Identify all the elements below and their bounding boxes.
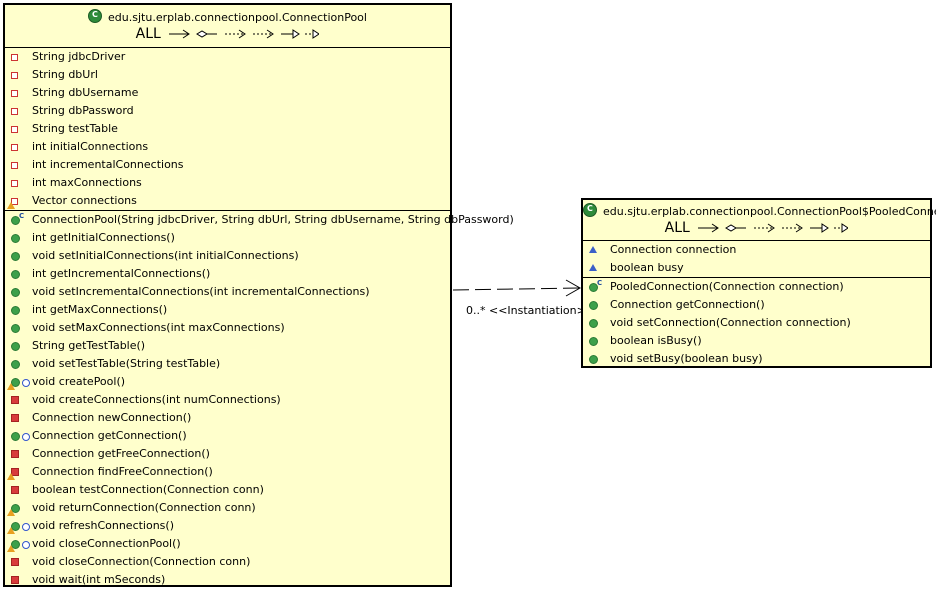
method-row[interactable]: Connection getConnection(): [583, 296, 930, 314]
private-method-icon: [11, 396, 19, 404]
field-row[interactable]: int initialConnections: [5, 138, 450, 156]
warning-icon: [7, 473, 15, 480]
public-method-icon: [11, 432, 20, 441]
field-row[interactable]: int maxConnections: [5, 174, 450, 192]
public-method-icon: [589, 355, 598, 364]
method-row[interactable]: Connection getFreeConnection(): [5, 445, 450, 463]
method-row[interactable]: void setTestTable(String testTable): [5, 355, 450, 373]
method-row[interactable]: C ConnectionPool(String jdbcDriver, Strin…: [5, 211, 514, 229]
public-method-icon: [11, 324, 20, 333]
class-title: edu.sjtu.erplab.connectionpool.Connectio…: [583, 203, 936, 218]
method-row[interactable]: Connection findFreeConnection(): [5, 463, 450, 481]
synchronized-icon: [22, 433, 30, 441]
private-method-icon: [11, 576, 19, 584]
field-row[interactable]: String dbUrl: [5, 66, 450, 84]
method-row[interactable]: void createPool(): [5, 373, 450, 391]
method-row[interactable]: Connection newConnection(): [5, 409, 450, 427]
filter-label: ALL: [664, 220, 690, 236]
method-row[interactable]: C PooledConnection(Connection connection): [583, 278, 930, 296]
public-method-icon: [11, 252, 20, 261]
field-row[interactable]: String dbUsername: [5, 84, 450, 102]
public-method-icon: [11, 360, 20, 369]
field-row[interactable]: boolean busy: [583, 259, 930, 277]
filter-label: ALL: [135, 26, 161, 42]
field-row[interactable]: String jdbcDriver: [5, 48, 450, 66]
class-pooled-connection[interactable]: edu.sjtu.erplab.connectionpool.Connectio…: [581, 198, 936, 368]
method-row[interactable]: void setIncrementalConnections(int incre…: [5, 283, 450, 301]
method-row[interactable]: void closeConnectionPool(): [5, 535, 450, 553]
visibility-filter[interactable]: ALL: [583, 220, 930, 236]
class-icon: [88, 9, 103, 23]
warning-icon: [7, 383, 15, 390]
constructor-icon: C: [597, 279, 603, 287]
method-row[interactable]: void setMaxConnections(int maxConnection…: [5, 319, 450, 337]
warning-icon: [7, 527, 15, 534]
field-row[interactable]: String testTable: [5, 120, 450, 138]
synchronized-icon: [22, 523, 30, 531]
private-method-icon: [11, 450, 19, 458]
public-method-icon: [589, 319, 598, 328]
relation-arrows-icon: [698, 223, 850, 233]
class-icon: [583, 203, 597, 217]
public-method-icon: [589, 301, 598, 310]
method-row[interactable]: boolean testConnection(Connection conn): [5, 481, 450, 499]
method-row[interactable]: int getIncrementalConnections(): [5, 265, 450, 283]
method-row[interactable]: void refreshConnections(): [5, 517, 450, 535]
association-label: 0..* <<Instantiation>>: [466, 304, 596, 317]
private-method-icon: [11, 486, 19, 494]
package-field-icon: [589, 246, 597, 253]
private-field-icon: [11, 144, 18, 151]
class-connection-pool[interactable]: edu.sjtu.erplab.connectionpool.Connectio…: [3, 3, 514, 589]
private-field-icon: [11, 162, 18, 169]
private-field-icon: [11, 72, 18, 79]
method-row[interactable]: void closeConnection(Connection conn): [5, 553, 450, 571]
public-method-icon: [11, 234, 20, 243]
field-row[interactable]: int incrementalConnections: [5, 156, 450, 174]
method-row[interactable]: void setConnection(Connection connection…: [583, 314, 930, 332]
public-method-icon: [11, 270, 20, 279]
methods-compartment: C ConnectionPool(String jdbcDriver, Strin…: [5, 211, 514, 589]
fields-compartment: Connection connection boolean busy: [583, 241, 930, 277]
private-method-icon: [11, 414, 19, 422]
method-row[interactable]: int getMaxConnections(): [5, 301, 450, 319]
warning-icon: [7, 509, 15, 516]
private-method-icon: [11, 558, 19, 566]
field-row[interactable]: Connection connection: [583, 241, 930, 259]
private-field-icon: [11, 54, 18, 61]
method-row[interactable]: void setBusy(boolean busy): [583, 350, 930, 368]
method-row[interactable]: void createConnections(int numConnection…: [5, 391, 450, 409]
method-row[interactable]: void returnConnection(Connection conn): [5, 499, 450, 517]
package-field-icon: [589, 264, 597, 271]
methods-compartment: C PooledConnection(Connection connection)…: [583, 278, 930, 368]
warning-icon: [7, 202, 15, 209]
public-method-icon: [11, 306, 20, 315]
synchronized-icon: [22, 379, 30, 387]
fields-compartment: String jdbcDriver String dbUrl String db…: [5, 48, 450, 210]
method-row[interactable]: boolean isBusy(): [583, 332, 930, 350]
class-header: edu.sjtu.erplab.connectionpool.Connectio…: [583, 200, 936, 240]
class-title: edu.sjtu.erplab.connectionpool.Connectio…: [5, 9, 450, 24]
method-row[interactable]: void wait(int mSeconds): [5, 571, 450, 589]
method-row[interactable]: Connection getConnection(): [5, 427, 450, 445]
private-field-icon: [11, 108, 18, 115]
synchronized-icon: [22, 541, 30, 549]
public-method-icon: [589, 337, 598, 346]
private-field-icon: [11, 126, 18, 133]
class-header: edu.sjtu.erplab.connectionpool.Connectio…: [5, 5, 450, 47]
warning-icon: [7, 545, 15, 552]
method-row[interactable]: void setInitialConnections(int initialCo…: [5, 247, 450, 265]
private-field-icon: [11, 180, 18, 187]
method-row[interactable]: String getTestTable(): [5, 337, 450, 355]
private-field-icon: [11, 90, 18, 97]
field-row[interactable]: Vector connections: [5, 192, 450, 210]
relation-arrows-icon: [169, 29, 321, 39]
constructor-icon: C: [19, 212, 25, 220]
visibility-filter[interactable]: ALL: [5, 26, 450, 42]
public-method-icon: [11, 342, 20, 351]
public-method-icon: [11, 288, 20, 297]
method-row[interactable]: int getInitialConnections(): [5, 229, 450, 247]
field-row[interactable]: String dbPassword: [5, 102, 450, 120]
